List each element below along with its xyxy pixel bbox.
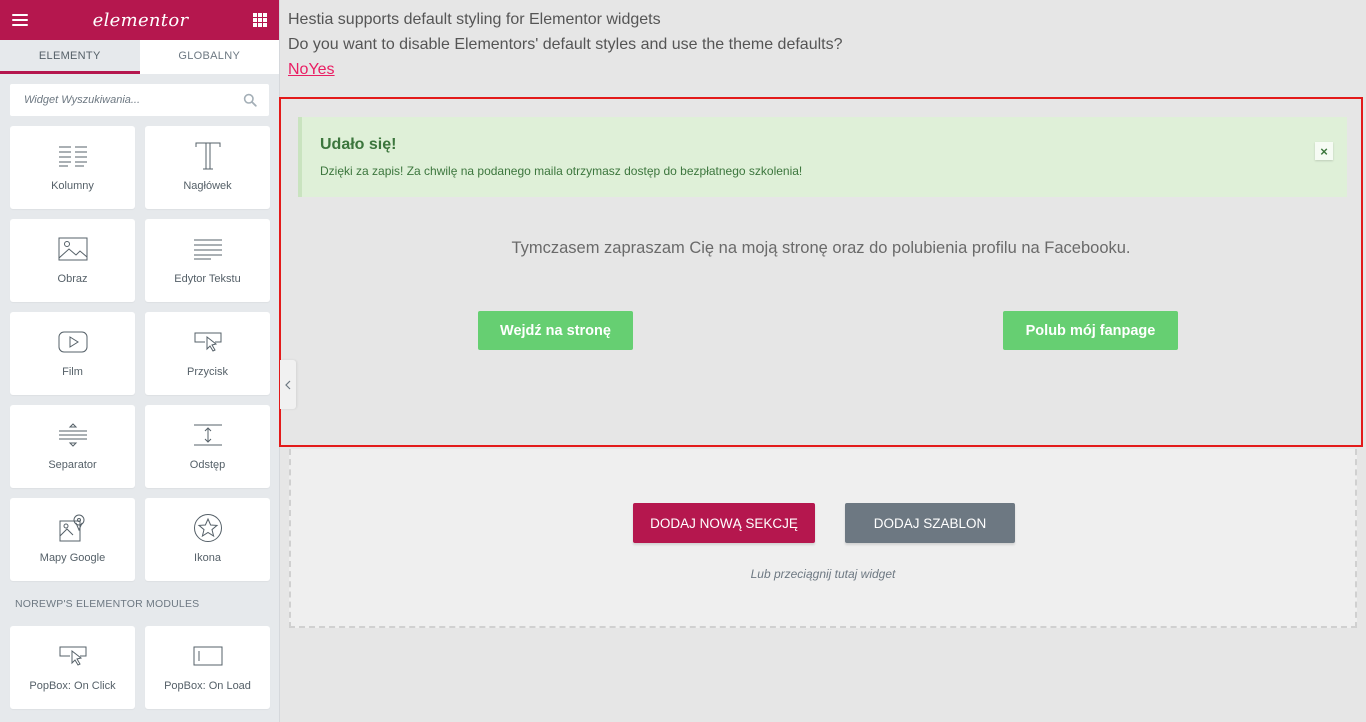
panel-tabs: ELEMENTY GLOBALNY bbox=[0, 40, 279, 74]
drop-widget-hint: Lub przeciągnij tutaj widget bbox=[750, 567, 896, 581]
success-title: Udało się! bbox=[320, 136, 397, 153]
widget-label: PopBox: On Load bbox=[164, 680, 251, 692]
theme-notice-question: Do you want to disable Elementors' defau… bbox=[288, 36, 843, 53]
video-icon bbox=[56, 325, 90, 359]
columns-icon bbox=[56, 139, 90, 173]
widget-separator[interactable]: Separator bbox=[10, 405, 135, 488]
widget-label: Edytor Tekstu bbox=[174, 273, 241, 285]
page-preview: Hestia supports default styling for Elem… bbox=[279, 0, 1366, 722]
success-message: Dzięki za zapis! Za chwilę na podanego m… bbox=[320, 164, 803, 178]
widget-category-title: NOREWP'S ELEMENTOR MODULES bbox=[15, 598, 200, 610]
widget-label: Mapy Google bbox=[39, 552, 106, 564]
text-editor-icon bbox=[191, 232, 225, 266]
like-fanpage-button[interactable]: Polub mój fanpage bbox=[1003, 311, 1178, 350]
widget-label: Separator bbox=[48, 459, 97, 471]
menu-icon[interactable] bbox=[12, 14, 28, 26]
close-icon[interactable]: × bbox=[1315, 142, 1333, 160]
widget-kolumny[interactable]: Kolumny bbox=[10, 126, 135, 209]
divider-icon bbox=[56, 418, 90, 452]
popbox-click-icon bbox=[56, 639, 90, 673]
widget-ikona[interactable]: Ikona bbox=[145, 498, 270, 581]
collapse-panel-handle[interactable] bbox=[280, 360, 296, 409]
map-icon bbox=[56, 511, 90, 545]
widget-film[interactable]: Film bbox=[10, 312, 135, 395]
widget-label: Film bbox=[62, 366, 83, 378]
widget-naglowek[interactable]: Nagłówek bbox=[145, 126, 270, 209]
heading-icon bbox=[191, 139, 225, 173]
widget-edytor-tekstu[interactable]: Edytor Tekstu bbox=[145, 219, 270, 302]
selected-section[interactable]: Udało się! Dzięki za zapis! Za chwilę na… bbox=[279, 97, 1363, 447]
add-new-section-button[interactable]: DODAJ NOWĄ SEKCJĘ bbox=[633, 503, 815, 543]
widget-grid: Kolumny Nagłówek Obraz Edytor Tekstu Fil… bbox=[10, 126, 270, 581]
notice-yes-link[interactable]: Yes bbox=[308, 61, 334, 78]
widget-label: Nagłówek bbox=[183, 180, 232, 192]
widgets-grid-icon[interactable] bbox=[253, 13, 267, 27]
widget-label: Obraz bbox=[57, 273, 88, 285]
category-widget-grid: PopBox: On Click PopBox: On Load bbox=[10, 626, 270, 709]
image-icon bbox=[56, 232, 90, 266]
add-template-button[interactable]: DODAJ SZABLON bbox=[845, 503, 1015, 543]
button-icon bbox=[191, 325, 225, 359]
widget-search bbox=[10, 84, 269, 116]
notice-no-link[interactable]: No bbox=[288, 61, 308, 78]
widget-label: Przycisk bbox=[187, 366, 228, 378]
widget-label: Odstęp bbox=[189, 459, 226, 471]
widget-label: PopBox: On Click bbox=[29, 680, 116, 692]
star-icon bbox=[191, 511, 225, 545]
invite-text: Tymczasem zapraszam Cię na moją stronę o… bbox=[511, 239, 1131, 257]
elementor-panel: elementor ELEMENTY GLOBALNY Widget Wyszu… bbox=[0, 0, 280, 722]
theme-notice-title: Hestia supports default styling for Elem… bbox=[288, 11, 661, 28]
theme-notice-actions: NoYes bbox=[288, 61, 335, 79]
add-section-area: DODAJ NOWĄ SEKCJĘ DODAJ SZABLON Lub prze… bbox=[289, 449, 1357, 628]
success-alert: Udało się! Dzięki za zapis! Za chwilę na… bbox=[298, 117, 1347, 197]
spacer-icon bbox=[191, 418, 225, 452]
widget-obraz[interactable]: Obraz bbox=[10, 219, 135, 302]
chevron-left-icon bbox=[285, 380, 291, 389]
tab-elementy[interactable]: ELEMENTY bbox=[0, 40, 140, 74]
search-icon[interactable] bbox=[243, 93, 257, 107]
widget-label: Ikona bbox=[194, 552, 221, 564]
widget-search-input[interactable] bbox=[10, 84, 269, 116]
visit-site-button[interactable]: Wejdź na stronę bbox=[478, 311, 633, 350]
widget-odstep[interactable]: Odstęp bbox=[145, 405, 270, 488]
widget-popbox-on-click[interactable]: PopBox: On Click bbox=[10, 626, 135, 709]
widget-popbox-on-load[interactable]: PopBox: On Load bbox=[145, 626, 270, 709]
tab-globalny[interactable]: GLOBALNY bbox=[140, 40, 280, 74]
widget-mapy-google[interactable]: Mapy Google bbox=[10, 498, 135, 581]
popbox-load-icon bbox=[191, 639, 225, 673]
elementor-logo: elementor bbox=[92, 9, 189, 31]
widget-label: Kolumny bbox=[51, 180, 94, 192]
widget-przycisk[interactable]: Przycisk bbox=[145, 312, 270, 395]
panel-header: elementor bbox=[0, 0, 279, 40]
